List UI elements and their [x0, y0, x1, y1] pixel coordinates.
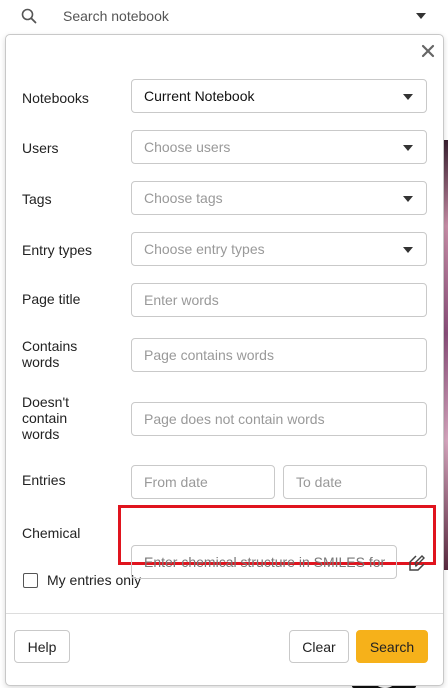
chemical-label: Chemical — [22, 525, 81, 541]
footer-divider — [6, 613, 443, 614]
entries-label: Entries — [22, 472, 66, 488]
entry-types-select[interactable]: Choose entry types — [131, 232, 427, 266]
page-title-placeholder: Enter words — [144, 292, 219, 308]
users-select[interactable]: Choose users — [131, 130, 427, 164]
doesnt-contain-label: Doesn't contain words — [22, 394, 70, 442]
contains-words-input[interactable]: Page contains words — [131, 338, 427, 372]
tags-label: Tags — [22, 191, 52, 207]
search-bar[interactable]: Search notebook — [0, 0, 448, 34]
my-entries-only[interactable]: My entries only — [23, 572, 141, 588]
to-date-placeholder: To date — [296, 474, 342, 490]
from-date-input[interactable]: From date — [131, 465, 275, 499]
help-button[interactable]: Help — [14, 630, 70, 663]
chevron-down-icon[interactable] — [416, 13, 426, 19]
tags-select[interactable]: Choose tags — [131, 181, 427, 215]
page-title-input[interactable]: Enter words — [131, 283, 427, 317]
my-entries-label: My entries only — [47, 572, 142, 588]
notebooks-label: Notebooks — [22, 90, 89, 106]
structure-editor-icon[interactable] — [407, 553, 427, 573]
my-entries-checkbox[interactable] — [23, 572, 38, 588]
notebooks-value: Current Notebook — [144, 88, 255, 104]
chevron-down-icon — [403, 94, 413, 100]
users-label: Users — [22, 140, 59, 156]
users-placeholder: Choose users — [144, 139, 231, 155]
search-icon — [21, 8, 37, 24]
background-photo-strip — [444, 140, 448, 570]
doesnt-contain-placeholder: Page does not contain words — [144, 411, 325, 427]
search-bar-label: Search notebook — [63, 8, 169, 24]
contains-words-label: Contains words — [22, 338, 78, 370]
clear-button[interactable]: Clear — [289, 630, 349, 663]
notebooks-select[interactable]: Current Notebook — [131, 79, 427, 113]
entry-types-placeholder: Choose entry types — [144, 241, 265, 257]
doesnt-contain-input[interactable]: Page does not contain words — [131, 402, 427, 436]
search-dialog: Notebooks Current Notebook Users Choose … — [5, 34, 444, 686]
chemical-input[interactable]: Enter chemical structure in SMILES for — [131, 545, 397, 579]
search-button[interactable]: Search — [356, 630, 428, 663]
entry-types-label: Entry types — [22, 242, 93, 258]
page-title-label: Page title — [22, 291, 81, 307]
contains-words-placeholder: Page contains words — [144, 347, 274, 363]
close-icon[interactable] — [420, 43, 436, 59]
from-date-placeholder: From date — [144, 474, 208, 490]
chemical-placeholder: Enter chemical structure in SMILES for — [144, 554, 386, 570]
to-date-input[interactable]: To date — [283, 465, 427, 499]
tags-placeholder: Choose tags — [144, 190, 223, 206]
chevron-down-icon — [403, 145, 413, 151]
chevron-down-icon — [403, 196, 413, 202]
chevron-down-icon — [403, 247, 413, 253]
